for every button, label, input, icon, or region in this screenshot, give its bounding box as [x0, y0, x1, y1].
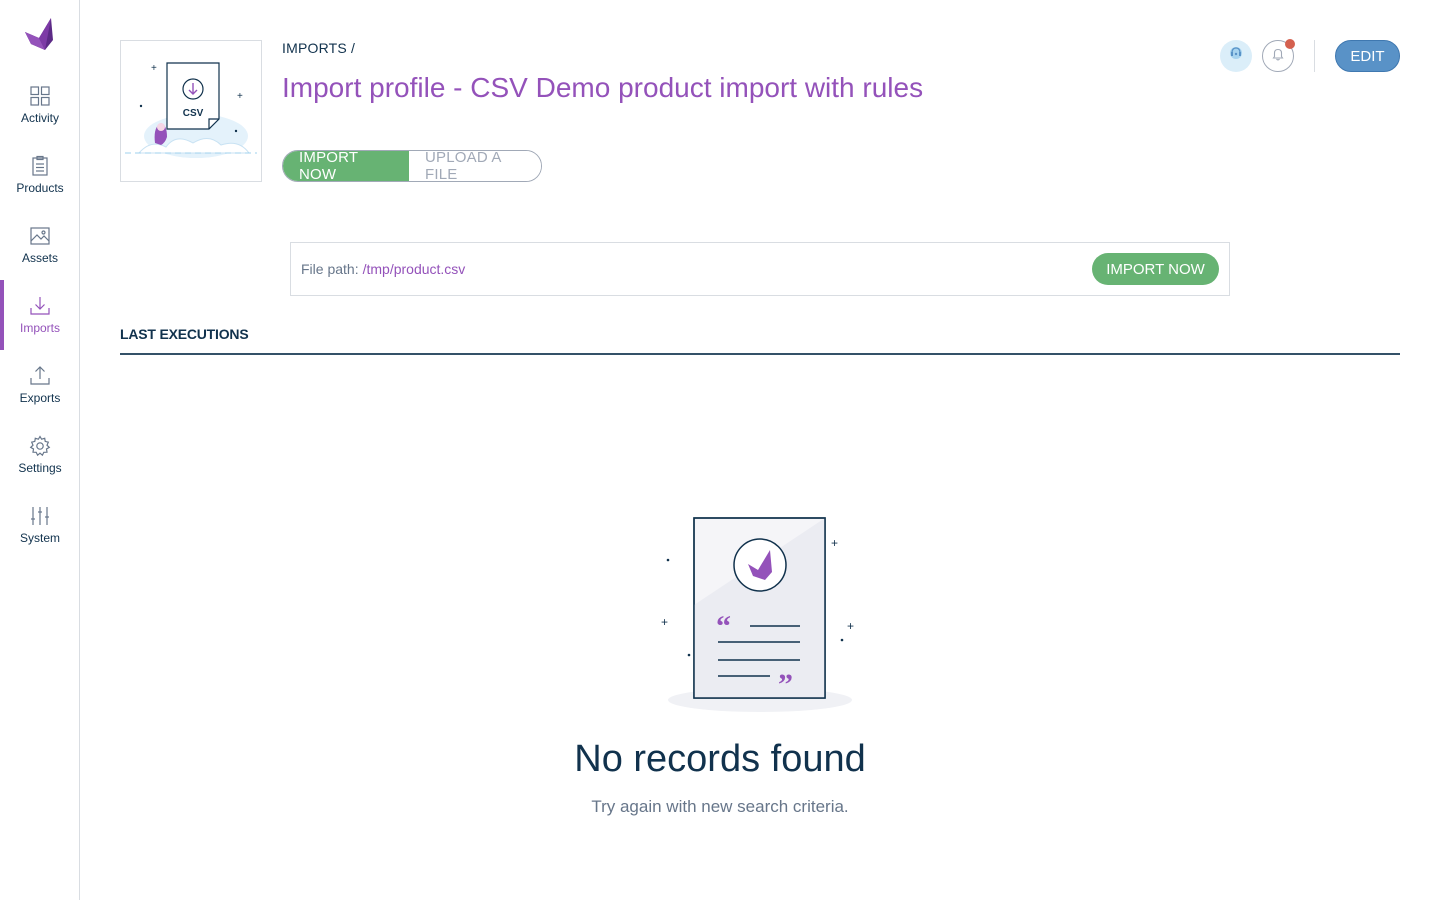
sidebar-item-products[interactable]: Products: [0, 140, 80, 210]
sidebar-item-label: Activity: [20, 111, 59, 125]
sidebar-item-label: System: [19, 531, 60, 545]
svg-text:“: “: [716, 610, 731, 643]
file-path-label: File path:: [301, 261, 359, 277]
section-divider: [120, 353, 1400, 355]
dashboard-icon: [29, 85, 51, 107]
csv-file-icon: CSV + +: [125, 62, 257, 158]
sidebar-item-imports[interactable]: Imports: [0, 280, 80, 350]
akeneo-logo[interactable]: [21, 16, 57, 52]
sidebar-item-activity[interactable]: Activity: [0, 70, 80, 140]
page-title: Import profile - CSV Demo product import…: [282, 72, 924, 103]
notification-badge: [1285, 39, 1295, 49]
notifications-button[interactable]: [1262, 39, 1295, 72]
section-title: LAST EXECUTIONS: [120, 326, 249, 342]
header-divider: [1314, 40, 1315, 72]
upload-file-button[interactable]: UPLOAD A FILE: [409, 151, 541, 181]
breadcrumb[interactable]: IMPORTS /: [282, 40, 355, 56]
sidebar-item-assets[interactable]: Assets: [0, 210, 80, 280]
clipboard-icon: [29, 155, 51, 177]
image-icon: [29, 225, 51, 247]
file-path-import-button[interactable]: IMPORT NOW: [1092, 253, 1219, 285]
svg-text:+: +: [831, 536, 838, 550]
document-quote-icon: “ ” + + +: [661, 517, 854, 712]
file-path-panel: File path: /tmp/product.csv IMPORT NOW: [290, 242, 1230, 296]
svg-text:+: +: [847, 619, 854, 633]
header-actions: EDIT: [1220, 39, 1400, 72]
help-avatar-icon: [1226, 44, 1246, 69]
empty-state-subtitle: Try again with new search criteria.: [591, 797, 849, 816]
svg-text:CSV: CSV: [183, 108, 204, 119]
sidebar-item-system[interactable]: System: [0, 490, 80, 560]
help-button[interactable]: [1220, 40, 1252, 72]
empty-state-illustration: “ ” + + +: [660, 510, 860, 715]
empty-state-title: No records found: [574, 738, 866, 780]
export-icon: [29, 365, 51, 387]
sliders-icon: [29, 505, 51, 527]
import-profile-illustration: CSV + +: [120, 40, 262, 182]
sidebar-item-exports[interactable]: Exports: [0, 350, 80, 420]
svg-text:+: +: [661, 615, 668, 629]
sidebar-item-label: Settings: [18, 461, 62, 475]
bell-icon: [1270, 46, 1286, 67]
svg-text:+: +: [237, 91, 243, 102]
sidebar-item-label: Assets: [21, 251, 58, 265]
gear-icon: [29, 435, 51, 457]
sidebar-item-label: Products: [16, 181, 64, 195]
svg-text:+: +: [151, 63, 157, 74]
sidebar-item-label: Exports: [19, 391, 61, 405]
sidebar-item-settings[interactable]: Settings: [0, 420, 80, 490]
import-icon: [29, 295, 51, 317]
sidebar-item-label: Imports: [19, 321, 60, 335]
file-path-value: /tmp/product.csv: [362, 261, 466, 277]
import-actions-group: IMPORT NOW UPLOAD A FILE: [282, 150, 542, 182]
import-now-button[interactable]: IMPORT NOW: [283, 151, 409, 181]
edit-button[interactable]: EDIT: [1335, 40, 1400, 72]
svg-text:”: ”: [778, 668, 793, 701]
